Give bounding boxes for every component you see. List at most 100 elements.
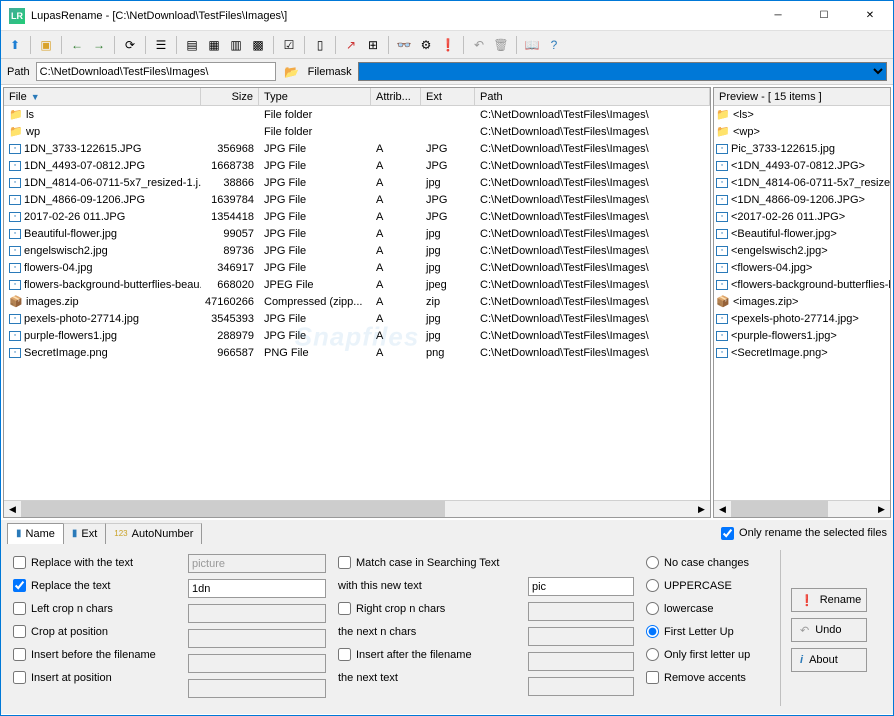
- list-item[interactable]: ▫<engelswisch2.jpg>: [714, 242, 890, 259]
- table-row[interactable]: ▫2017-02-26 011.JPG1354418JPG FileAJPGC:…: [4, 208, 710, 225]
- maximize-button[interactable]: ☐: [801, 1, 847, 31]
- scroll-right-icon[interactable]: ▶: [693, 501, 710, 517]
- view3-icon[interactable]: ▥: [226, 35, 246, 55]
- replace-the-input[interactable]: [188, 579, 326, 598]
- config-icon[interactable]: ⚙: [416, 35, 436, 55]
- with-new-input[interactable]: [528, 577, 634, 596]
- scroll-right-icon[interactable]: ▶: [873, 501, 890, 517]
- list-item[interactable]: ▫<purple-flowers1.jpg>: [714, 327, 890, 344]
- table-row[interactable]: ▫1DN_4866-09-1206.JPG1639784JPG FileAJPG…: [4, 191, 710, 208]
- close-button[interactable]: ✕: [847, 1, 893, 31]
- tab-name[interactable]: ▮Name: [7, 523, 64, 544]
- col-size[interactable]: Size: [201, 88, 259, 105]
- table-row[interactable]: 📁wpFile folderC:\NetDownload\TestFiles\I…: [4, 123, 710, 140]
- only-rename-selected[interactable]: Only rename the selected files: [721, 525, 887, 542]
- insert-after[interactable]: Insert after the filename: [338, 646, 516, 663]
- view1-icon[interactable]: ▤: [182, 35, 202, 55]
- table-row[interactable]: ▫1DN_3733-122615.JPG356968JPG FileAJPGC:…: [4, 140, 710, 157]
- only-rename-checkbox[interactable]: [721, 527, 734, 540]
- list-item[interactable]: ▫Pic_3733-122615.jpg: [714, 140, 890, 157]
- scroll-left-icon[interactable]: ◀: [4, 501, 21, 517]
- crop-at[interactable]: Crop at position: [13, 623, 176, 640]
- list-item[interactable]: 📦<images.zip>: [714, 293, 890, 310]
- replace-with-text[interactable]: Replace with the text: [13, 554, 176, 571]
- scroll-thumb[interactable]: [731, 501, 828, 517]
- table-row[interactable]: ▫engelswisch2.jpg89736JPG FileAjpgC:\Net…: [4, 242, 710, 259]
- insert-at[interactable]: Insert at position: [13, 669, 176, 686]
- preview-body[interactable]: 📁<ls>📁<wp>▫Pic_3733-122615.jpg▫<1DN_4493…: [714, 106, 890, 500]
- list-item[interactable]: ▫<pexels-photo-27714.jpg>: [714, 310, 890, 327]
- uppercase[interactable]: UPPERCASE: [646, 577, 774, 594]
- trash-icon[interactable]: 🗑: [491, 35, 511, 55]
- table-row[interactable]: ▫flowers-background-butterflies-beau...6…: [4, 276, 710, 293]
- doc-icon[interactable]: ▯: [310, 35, 330, 55]
- minimize-button[interactable]: ─: [755, 1, 801, 31]
- up-icon[interactable]: ⬆: [5, 35, 25, 55]
- h-scrollbar[interactable]: ◀ ▶: [4, 500, 710, 517]
- list-item[interactable]: ▫<1DN_4493-07-0812.JPG>: [714, 157, 890, 174]
- list-item[interactable]: 📁<ls>: [714, 106, 890, 123]
- preview-h-scrollbar[interactable]: ◀ ▶: [714, 500, 890, 517]
- replace-the-text[interactable]: Replace the text: [13, 577, 176, 594]
- scroll-thumb[interactable]: [21, 501, 445, 517]
- filemask-select[interactable]: [358, 62, 887, 81]
- table-row[interactable]: ▫purple-flowers1.jpg288979JPG FileAjpgC:…: [4, 327, 710, 344]
- no-case[interactable]: No case changes: [646, 554, 774, 571]
- warning-icon[interactable]: ❗: [438, 35, 458, 55]
- table-row[interactable]: 📁lsFile folderC:\NetDownload\TestFiles\I…: [4, 106, 710, 123]
- back-icon[interactable]: ←: [67, 35, 87, 55]
- first-letter-up[interactable]: First Letter Up: [646, 623, 774, 640]
- preview-name: <images.zip>: [733, 296, 798, 308]
- list-item[interactable]: 📁<wp>: [714, 123, 890, 140]
- path-input[interactable]: [36, 62, 276, 81]
- view4-icon[interactable]: ▩: [248, 35, 268, 55]
- export-icon[interactable]: ↗: [341, 35, 361, 55]
- insert-before[interactable]: Insert before the filename: [13, 646, 176, 663]
- forward-icon[interactable]: →: [89, 35, 109, 55]
- table-row[interactable]: ▫1DN_4814-06-0711-5x7_resized-1.j...3886…: [4, 174, 710, 191]
- only-first[interactable]: Only first letter up: [646, 646, 774, 663]
- remove-accents[interactable]: Remove accents: [646, 669, 774, 686]
- rename-button[interactable]: ❗Rename: [791, 588, 867, 612]
- table-row[interactable]: ▫flowers-04.jpg346917JPG FileAjpgC:\NetD…: [4, 259, 710, 276]
- list-item[interactable]: ▫<Beautiful-flower.jpg>: [714, 225, 890, 242]
- tree-icon[interactable]: ☰: [151, 35, 171, 55]
- table-row[interactable]: ▫SecretImage.png966587PNG FileApngC:\Net…: [4, 344, 710, 361]
- table-row[interactable]: ▫Beautiful-flower.jpg99057JPG FileAjpgC:…: [4, 225, 710, 242]
- help-icon[interactable]: ?: [544, 35, 564, 55]
- table-row[interactable]: ▫pexels-photo-27714.jpg3545393JPG FileAj…: [4, 310, 710, 327]
- preview-name: <purple-flowers1.jpg>: [731, 330, 837, 342]
- list-item[interactable]: ▫<1DN_4814-06-0711-5x7_resized-1.: [714, 174, 890, 191]
- undo-icon[interactable]: ↶: [469, 35, 489, 55]
- list-item[interactable]: ▫<flowers-04.jpg>: [714, 259, 890, 276]
- tab-ext[interactable]: ▮Ext: [63, 523, 106, 544]
- refresh-icon[interactable]: ⟳: [120, 35, 140, 55]
- col-type[interactable]: Type: [259, 88, 371, 105]
- info-icon[interactable]: 📖: [522, 35, 542, 55]
- list-item[interactable]: ▫<2017-02-26 011.JPG>: [714, 208, 890, 225]
- browse-icon[interactable]: 📂: [282, 62, 302, 82]
- col-file[interactable]: File▼: [4, 88, 201, 105]
- left-crop[interactable]: Left crop n chars: [13, 600, 176, 617]
- list-item[interactable]: ▫<SecretImage.png>: [714, 344, 890, 361]
- undo-button[interactable]: ↶Undo: [791, 618, 867, 642]
- list-item[interactable]: ▫<1DN_4866-09-1206.JPG>: [714, 191, 890, 208]
- select-icon[interactable]: ☑: [279, 35, 299, 55]
- windows-icon[interactable]: ⊞: [363, 35, 383, 55]
- col-ext[interactable]: Ext: [421, 88, 475, 105]
- table-row[interactable]: 📦images.zip47160266Compressed (zipp...Az…: [4, 293, 710, 310]
- table-row[interactable]: ▫1DN_4493-07-0812.JPG1668738JPG FileAJPG…: [4, 157, 710, 174]
- view2-icon[interactable]: ▦: [204, 35, 224, 55]
- right-crop[interactable]: Right crop n chars: [338, 600, 516, 617]
- col-attrib[interactable]: Attrib...: [371, 88, 421, 105]
- about-button[interactable]: iAbout: [791, 648, 867, 672]
- match-case[interactable]: Match case in Searching Text: [338, 554, 516, 571]
- lowercase[interactable]: lowercase: [646, 600, 774, 617]
- list-item[interactable]: ▫<flowers-background-butterflies-bea.: [714, 276, 890, 293]
- tab-autonumber[interactable]: 123AutoNumber: [105, 523, 202, 544]
- glasses-icon[interactable]: 👓: [394, 35, 414, 55]
- grid-body[interactable]: 📁lsFile folderC:\NetDownload\TestFiles\I…: [4, 106, 710, 500]
- scroll-left-icon[interactable]: ◀: [714, 501, 731, 517]
- col-path[interactable]: Path: [475, 88, 710, 105]
- folder-icon[interactable]: ▣: [36, 35, 56, 55]
